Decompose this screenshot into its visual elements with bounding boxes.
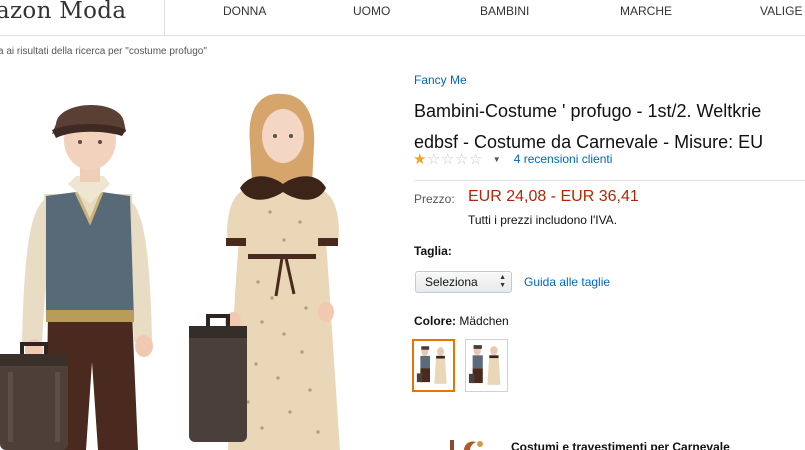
girl-figure [189,93,340,450]
nav-item-bambini[interactable]: BAMBINI [480,4,529,18]
product-title: Bambini-Costume ' profugo - 1st/2. Weltk… [414,96,805,158]
costume-thumbnail-icon [416,343,451,388]
nav-item-donna[interactable]: DONNA [223,4,266,18]
vat-note: Tutti i prezzi includono l'IVA. [468,213,618,227]
nav-item-uomo[interactable]: UOMO [353,4,390,18]
price-value: EUR 24,08 - EUR 36,41 [468,188,639,205]
product-title-line: Bambini-Costume ' profugo - 1st/2. Weltk… [414,101,762,121]
star-icon: ★ [413,151,427,168]
brand-link[interactable]: Fancy Me [414,73,467,87]
reviews-link[interactable]: 4 recensioni clienti [514,152,613,166]
color-value: Mädchen [459,314,509,328]
nav-item-valige[interactable]: VALIGE [760,4,802,18]
section-divider [414,180,805,181]
star-icon: ☆ [426,151,441,168]
star-icon: ☆ [468,151,483,168]
product-image[interactable] [0,72,400,450]
select-arrows-icon: ▲ ▼ [499,274,506,289]
store-logo[interactable]: azon Moda [0,0,126,24]
logo-divider [164,0,165,36]
star-icon: ☆ [440,151,455,168]
top-nav-bar: azon Moda DONNA UOMO BAMBINI MARCHE VALI… [0,0,805,36]
size-select-value: Seleziona [425,275,478,289]
color-label: Colore: [414,314,456,328]
price-label: Prezzo: [414,192,455,206]
star-icon: ☆ [454,151,469,168]
rating-row: ★☆☆☆☆ ▼ 4 recensioni clienti [413,150,612,168]
costume-category-icon [450,440,483,450]
size-guide-link[interactable]: Guida alle taglie [524,275,610,289]
costume-thumbnail-icon [468,342,505,389]
chevron-down-icon[interactable]: ▼ [493,155,501,164]
back-to-results-link[interactable]: a ai risultati della ricerca per "costum… [0,46,207,57]
color-row: Colore: Mädchen [414,314,509,328]
star-rating[interactable]: ★☆☆☆☆ [413,150,483,168]
size-select[interactable]: Seleziona ▲ ▼ [415,271,512,293]
nav-item-marche[interactable]: MARCHE [620,4,672,18]
boy-figure [0,104,153,450]
color-swatch-selected[interactable] [412,339,455,392]
category-link[interactable]: Costumi e travestimenti per Carnevale [511,440,730,450]
color-swatch[interactable] [465,339,508,392]
size-label: Taglia: [414,244,452,258]
